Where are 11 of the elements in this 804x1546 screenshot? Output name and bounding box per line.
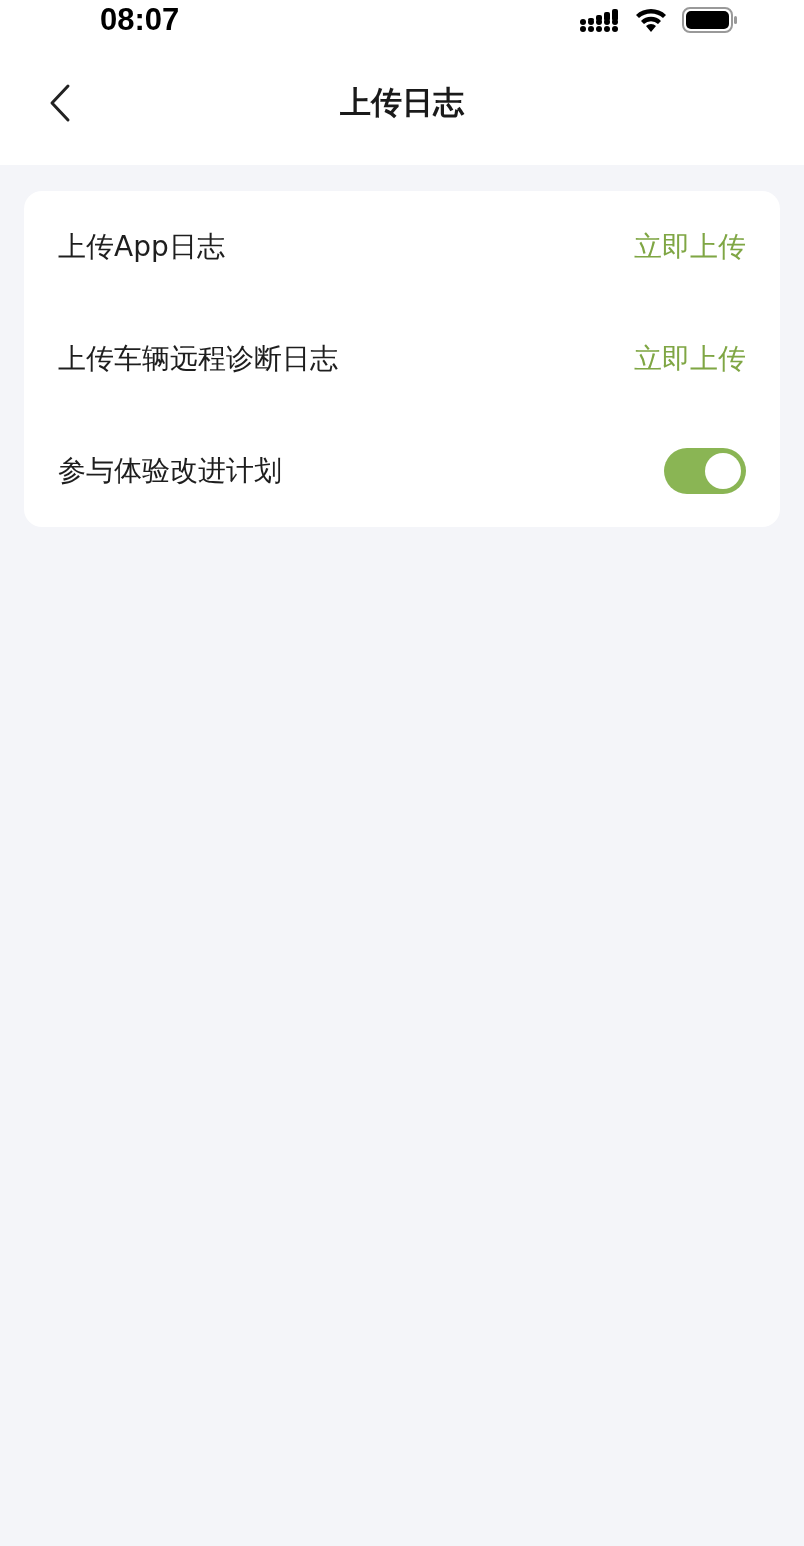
upload-now-link[interactable]: 立即上传 <box>634 340 746 378</box>
signal-icon <box>580 7 620 33</box>
battery-icon <box>682 7 738 33</box>
toggle-switch[interactable] <box>664 448 746 494</box>
setting-label: 上传车辆远程诊断日志 <box>58 341 338 377</box>
page-title: 上传日志 <box>340 82 464 122</box>
setting-label: 参与体验改进计划 <box>58 453 282 489</box>
setting-label: 上传App日志 <box>58 229 225 265</box>
upload-now-link[interactable]: 立即上传 <box>634 228 746 266</box>
status-time: 08:07 <box>100 2 180 38</box>
wifi-icon <box>634 7 668 33</box>
